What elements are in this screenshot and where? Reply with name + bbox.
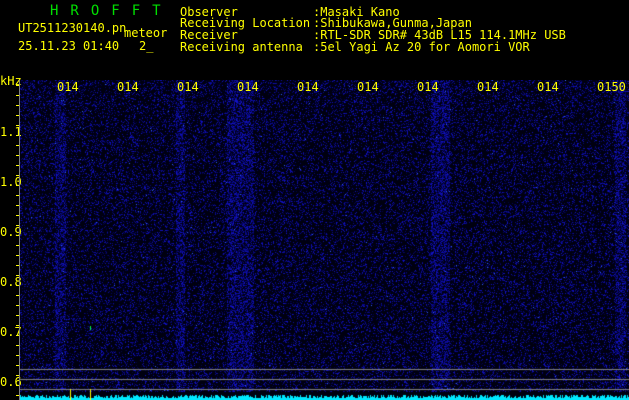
x-tick: 0149 [537,80,559,94]
x-tick: 0148 [477,80,499,94]
mode-label: meteor [124,27,167,39]
file-name: UT2511230140.pn [18,22,126,34]
spectrogram [20,80,629,400]
x-tick: 0141 [57,80,79,94]
antenna-label: Receiving antenna [180,41,303,53]
y-axis-line [19,80,20,400]
x-tick: 0142 [117,80,139,94]
x-tick: 0150 [597,80,627,94]
datetime: 25.11.23 01:40 [18,40,119,52]
x-tick: 0143 [177,80,199,94]
x-tick: 0145 [297,80,319,94]
detection-count: 2_ [139,40,153,52]
x-tick: 0144 [237,80,259,94]
x-tick: 0146 [357,80,379,94]
antenna-value: :5el Yagi Az 20 for Aomori VOR [313,41,530,53]
x-tick: 0147 [417,80,439,94]
app-logo: HROFFT [50,3,173,19]
